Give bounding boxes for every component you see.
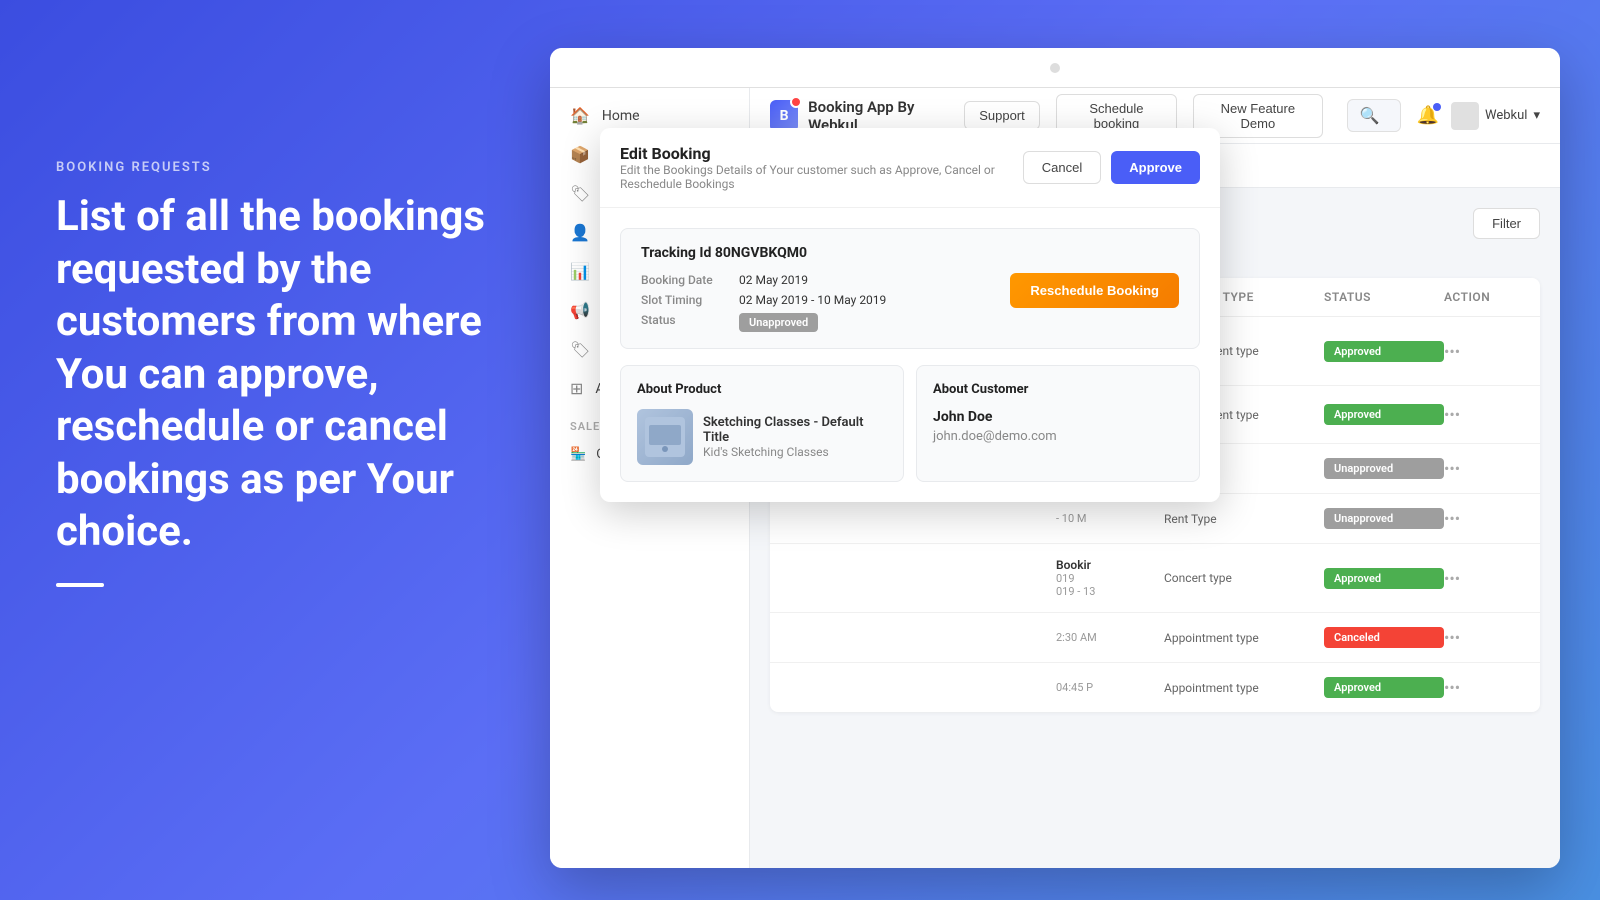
section-heading: List of all the bookings requested by th… <box>56 191 486 559</box>
support-button[interactable]: Support <box>964 101 1040 130</box>
modal-title: Edit Booking <box>750 144 1023 163</box>
customers-icon: 👤 <box>570 223 590 242</box>
product-variant: Kid's Sketching Classes <box>750 445 887 459</box>
product-row: Sketching Classes - Default Title Kid's … <box>750 409 887 465</box>
notification-icon[interactable]: 🔔 <box>1417 105 1439 126</box>
chevron-down-icon: ▾ <box>1533 108 1540 123</box>
booking-date-row: Booking Date 02 May 2019 <box>750 273 886 287</box>
col-status: Status <box>1324 290 1444 304</box>
browser-bar <box>550 48 1560 88</box>
action-dots[interactable]: ••• <box>1444 678 1524 697</box>
modal-approve-button[interactable]: Approve <box>1111 151 1200 184</box>
slot-cell: 2:30 AM <box>1056 631 1164 644</box>
modal-header-buttons: Cancel Approve <box>1023 151 1200 184</box>
product-name: Sketching Classes - Default Title <box>750 415 887 445</box>
product-info: Sketching Classes - Default Title Kid's … <box>750 415 887 459</box>
action-dots[interactable]: ••• <box>1444 569 1524 588</box>
modal-body: Tracking Id 80NGVBKQM0 Booking Date 02 M… <box>750 208 1220 502</box>
action-dots[interactable]: ••• <box>1444 628 1524 647</box>
notification-dot <box>1433 103 1441 111</box>
app-logo-badge <box>790 96 802 108</box>
user-menu[interactable]: Webkul ▾ <box>1451 102 1540 130</box>
browser-dot <box>1050 63 1060 73</box>
modal-description: Edit the Bookings Details of Your custom… <box>750 163 1023 191</box>
tracking-details: Booking Date 02 May 2019 Slot Timing 02 … <box>750 273 886 332</box>
slot-cell: - 10 M <box>1056 512 1164 525</box>
app-logo-icon: B <box>770 100 798 132</box>
slot-cell: Bookir 019 019 - 13 <box>1056 558 1164 598</box>
table-row: Bookir 019 019 - 13 Concert type Approve… <box>770 544 1540 613</box>
search-bar[interactable]: 🔍 <box>1347 99 1401 132</box>
marketing-icon: 📢 <box>570 301 590 320</box>
action-dots[interactable]: ••• <box>1444 405 1524 424</box>
left-panel: BOOKING REQUESTS List of all the booking… <box>56 160 486 587</box>
about-customer-title: About Customer <box>933 382 1183 397</box>
modal-customer-name: John Doe <box>933 409 1183 425</box>
modal-header: Edit Booking Edit the Bookings Details o… <box>750 128 1220 208</box>
modal-customer-email: john.doe@demo.com <box>933 429 1183 444</box>
modal-bottom-cards: About Product S <box>750 365 1200 482</box>
apps-icon: ⊞ <box>570 379 583 398</box>
divider <box>56 583 104 587</box>
tracking-id: Tracking Id 80NGVBKQM0 <box>750 245 1179 261</box>
col-action: Action <box>1444 290 1524 304</box>
modal-status-badge: Unapproved <box>750 313 818 332</box>
edit-booking-modal: Edit Booking Edit the Bookings Details o… <box>750 128 1220 502</box>
about-product-title: About Product <box>750 382 887 397</box>
orders-icon: 📦 <box>570 145 590 164</box>
status-badge: Approved <box>1324 568 1444 589</box>
user-avatar <box>1451 102 1479 130</box>
table-row: 04:45 P Appointment type Approved ••• <box>770 663 1540 712</box>
slot-cell: 04:45 P <box>1056 681 1164 694</box>
status-badge: Unapproved <box>1324 458 1444 479</box>
products-icon: 🏷 <box>570 184 590 203</box>
discounts-icon: 🏷 <box>570 340 590 359</box>
store-icon: 🏪 <box>570 447 586 462</box>
section-label: BOOKING REQUESTS <box>56 160 486 175</box>
status-row: Status Unapproved <box>750 313 886 332</box>
modal-title-section: Edit Booking Edit the Bookings Details o… <box>750 144 1023 191</box>
status-badge: Unapproved <box>1324 508 1444 529</box>
filter-button[interactable]: Filter <box>1473 208 1540 239</box>
modal-cancel-button[interactable]: Cancel <box>1023 151 1101 184</box>
status-badge: Approved <box>1324 404 1444 425</box>
slot-timing-row: Slot Timing 02 May 2019 - 10 May 2019 <box>750 293 886 307</box>
action-dots[interactable]: ••• <box>1444 509 1524 528</box>
tracking-section: Tracking Id 80NGVBKQM0 Booking Date 02 M… <box>750 228 1200 349</box>
app-layout: 🏠 Home 📦 Orders 114 🏷 Products 👤 Custome… <box>550 88 1560 868</box>
status-badge-canceled: Canceled <box>1324 627 1444 648</box>
top-right: 🔔 Webkul ▾ <box>1417 102 1540 130</box>
action-dots[interactable]: ••• <box>1444 459 1524 478</box>
action-dots[interactable]: ••• <box>1444 342 1524 361</box>
browser-window: 🏠 Home 📦 Orders 114 🏷 Products 👤 Custome… <box>550 48 1560 868</box>
home-icon: 🏠 <box>570 106 590 125</box>
about-product-card: About Product S <box>750 365 904 482</box>
status-badge: Approved <box>1324 677 1444 698</box>
analytics-icon: 📊 <box>570 262 590 281</box>
table-row: 2:30 AM Appointment type Canceled ••• <box>770 613 1540 663</box>
main-content: B Booking App By Webkul Support Schedule… <box>750 88 1560 868</box>
search-icon: 🔍 <box>1360 106 1380 125</box>
reschedule-booking-button[interactable]: Reschedule Booking <box>1010 273 1179 308</box>
status-badge: Approved <box>1324 341 1444 362</box>
about-customer-card: About Customer John Doe john.doe@demo.co… <box>916 365 1200 482</box>
